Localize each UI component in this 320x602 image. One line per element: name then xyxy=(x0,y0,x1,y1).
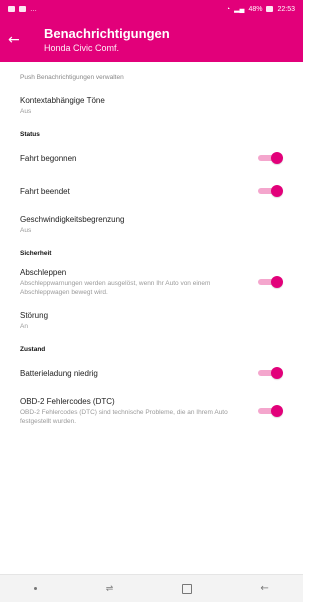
setting-stoerung[interactable]: Störung An xyxy=(0,304,303,338)
toggle-knob xyxy=(271,405,283,417)
battery-level: 48% xyxy=(248,5,263,13)
setting-title: Abschleppen xyxy=(20,268,67,277)
home-button-icon[interactable] xyxy=(181,583,192,594)
setting-text: Störung An xyxy=(20,310,283,331)
battery-icon xyxy=(266,6,274,12)
signal-icon: ▂▄ xyxy=(234,6,245,13)
setting-text: Abschleppen Abschleppwarnungen werden au… xyxy=(20,267,257,297)
status-bar: … ◔ ▂▄ 48% 22:53 xyxy=(0,0,303,18)
setting-batterie[interactable]: Batterieladung niedrig xyxy=(0,357,303,390)
app-bar: ← Benachrichtigungen Honda Civic Comf. xyxy=(0,18,303,62)
setting-title: Fahrt begonnen xyxy=(20,153,77,163)
system-nav-bar: ⇌ ← xyxy=(0,574,303,602)
notification-icon xyxy=(19,6,26,12)
setting-description: Abschleppwarnungen werden ausgelöst, wen… xyxy=(20,280,211,296)
status-bar-left: … xyxy=(8,6,37,13)
setting-title: OBD-2 Fehlercodes (DTC) xyxy=(20,397,115,406)
settings-list: Push Benachrichtigungen verwalten Kontex… xyxy=(0,62,303,574)
hint-text: Push Benachrichtigungen verwalten xyxy=(20,74,124,81)
wifi-icon: ◔ xyxy=(225,5,231,13)
more-notifications-icon: … xyxy=(30,5,37,13)
toggle-switch[interactable] xyxy=(257,152,283,164)
setting-text: Kontextabhängige Töne Aus xyxy=(20,95,283,116)
toggle-switch[interactable] xyxy=(257,405,283,417)
setting-title: Batterieladung niedrig xyxy=(20,368,98,378)
notification-icon xyxy=(8,6,15,12)
page-subtitle: Honda Civic Comf. xyxy=(44,43,120,53)
setting-fahrt-begonnen[interactable]: Fahrt begonnen xyxy=(0,142,303,175)
setting-fahrt-beendet[interactable]: Fahrt beendet xyxy=(0,175,303,208)
section-status: Status xyxy=(20,131,40,138)
setting-obd[interactable]: OBD-2 Fehlercodes (DTC) OBD-2 Fehlercode… xyxy=(0,390,303,433)
setting-abschleppen[interactable]: Abschleppen Abschleppwarnungen werden au… xyxy=(0,261,303,304)
setting-text: OBD-2 Fehlercodes (DTC) OBD-2 Fehlercode… xyxy=(20,396,257,426)
setting-description: OBD-2 Fehlercodes (DTC) sind technische … xyxy=(20,409,228,425)
setting-text: Geschwindigkeitsbegrenzung Aus xyxy=(20,214,283,235)
setting-geschwindigkeit[interactable]: Geschwindigkeitsbegrenzung Aus xyxy=(0,208,303,242)
setting-title: Geschwindigkeitsbegrenzung xyxy=(20,215,125,224)
setting-value: An xyxy=(20,323,28,330)
toggle-knob xyxy=(271,185,283,197)
toggle-knob xyxy=(271,276,283,288)
toggle-knob xyxy=(271,367,283,379)
setting-text: Batterieladung niedrig xyxy=(20,368,257,379)
recent-apps-icon[interactable]: ⇌ xyxy=(106,584,114,594)
section-sicherheit: Sicherheit xyxy=(20,250,52,257)
clock: 22:53 xyxy=(277,5,295,13)
setting-text: Fahrt beendet xyxy=(20,186,257,197)
toggle-switch[interactable] xyxy=(257,185,283,197)
nav-dot-icon[interactable] xyxy=(34,587,38,590)
setting-title: Störung xyxy=(20,311,49,320)
toggle-knob xyxy=(271,152,283,164)
setting-text: Fahrt begonnen xyxy=(20,153,257,164)
setting-value: Aus xyxy=(20,108,32,115)
status-bar-right: ◔ ▂▄ 48% 22:53 xyxy=(225,5,295,14)
page-title: Benachrichtigungen xyxy=(44,26,170,41)
setting-title: Fahrt beendet xyxy=(20,186,70,196)
nav-back-icon[interactable]: ← xyxy=(260,583,268,594)
section-zustand: Zustand xyxy=(20,346,46,353)
toggle-switch[interactable] xyxy=(257,367,283,379)
back-arrow-icon[interactable]: ← xyxy=(8,33,34,47)
toggle-switch[interactable] xyxy=(257,276,283,288)
setting-value: Aus xyxy=(20,227,32,234)
setting-title: Kontextabhängige Töne xyxy=(20,96,105,105)
header-titles: Benachrichtigungen Honda Civic Comf. xyxy=(44,26,170,54)
setting-kontext[interactable]: Kontextabhängige Töne Aus xyxy=(0,89,303,123)
